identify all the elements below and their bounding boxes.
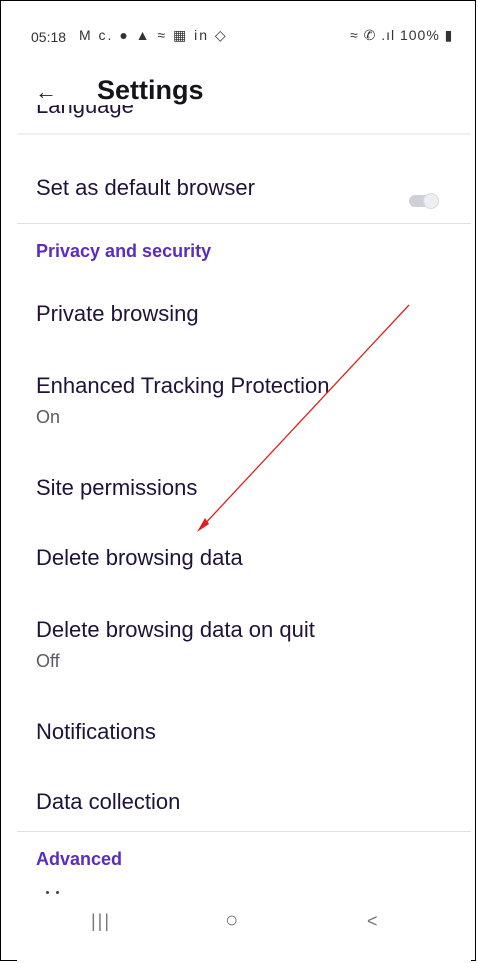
annotation-arrow-icon [197,304,410,532]
